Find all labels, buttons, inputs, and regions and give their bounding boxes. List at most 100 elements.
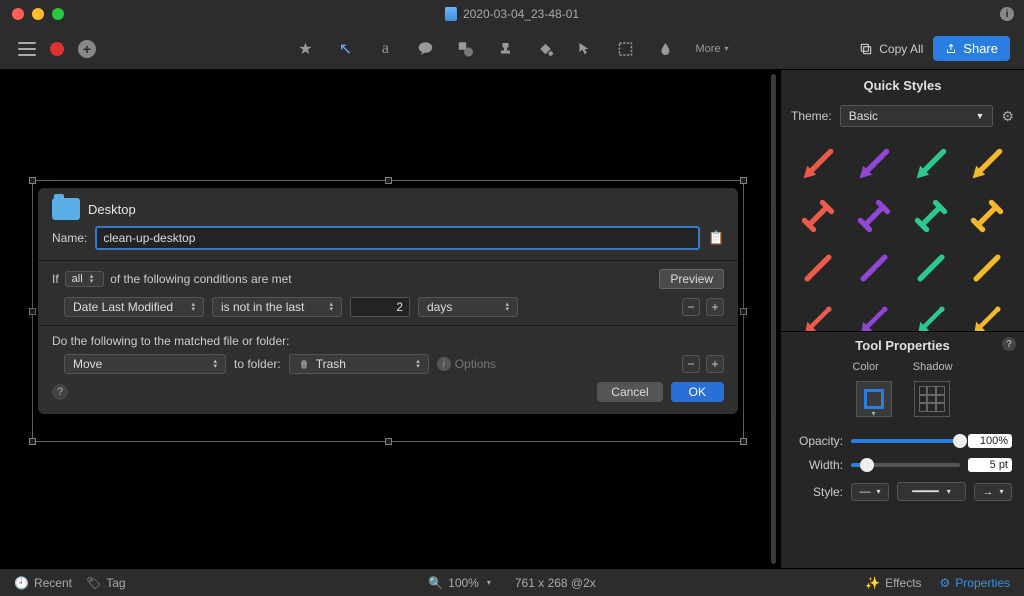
resize-handle[interactable]	[740, 308, 747, 315]
blur-tool-icon[interactable]	[655, 39, 675, 59]
add-condition-button[interactable]: +	[706, 298, 724, 316]
shadow-swatch[interactable]	[914, 381, 950, 417]
width-value[interactable]: 5 pt	[968, 458, 1012, 472]
destination-select[interactable]: Trash ▴▾	[289, 354, 429, 374]
operator-select[interactable]: is not in the last▴▾	[212, 297, 342, 317]
preview-button[interactable]: Preview	[659, 269, 724, 289]
tool-properties-title: Tool Properties ?	[781, 331, 1024, 359]
resize-handle[interactable]	[385, 177, 392, 184]
quick-style-swatch[interactable]	[904, 139, 958, 189]
resize-handle[interactable]	[740, 438, 747, 445]
stamp-tool-icon[interactable]	[495, 39, 515, 59]
favorite-tool-icon[interactable]: ★	[295, 39, 315, 59]
end-cap-select[interactable]: →▾	[974, 483, 1012, 501]
style-label: Style:	[793, 485, 843, 499]
recent-button[interactable]: 🕘Recent	[14, 576, 72, 590]
text-tool-icon[interactable]: a	[375, 39, 395, 59]
help-icon[interactable]: ?	[1002, 337, 1016, 351]
help-icon[interactable]: ?	[52, 384, 68, 400]
options-link[interactable]: iOptions	[437, 357, 496, 371]
callout-tool-icon[interactable]	[415, 39, 435, 59]
copy-icon	[859, 42, 873, 56]
field-select[interactable]: Date Last Modified▴▾	[64, 297, 204, 317]
resize-handle[interactable]	[740, 177, 747, 184]
tag-button[interactable]: 🏷Tag	[86, 576, 126, 590]
add-action-button[interactable]: +	[706, 355, 724, 373]
theme-label: Theme:	[791, 109, 832, 123]
effects-button[interactable]: ✨Effects	[865, 576, 921, 590]
copy-all-button[interactable]: Copy All	[859, 42, 923, 56]
color-swatch[interactable]	[856, 381, 892, 417]
selection-tool-icon[interactable]	[615, 39, 635, 59]
match-mode-select[interactable]: all▴▾	[65, 271, 105, 287]
move-tool-icon[interactable]	[575, 39, 595, 59]
quick-style-swatch[interactable]	[904, 295, 958, 331]
width-label: Width:	[793, 458, 843, 472]
quick-style-swatch[interactable]	[791, 139, 845, 189]
traffic-lights	[0, 8, 64, 20]
shadow-label: Shadow	[913, 361, 953, 373]
ok-button[interactable]: OK	[671, 382, 724, 402]
clipboard-icon[interactable]: 📋	[708, 230, 724, 246]
tag-icon: 🏷	[86, 576, 101, 590]
quick-style-swatch[interactable]	[960, 191, 1014, 241]
to-folder-label: to folder:	[234, 357, 281, 371]
gear-icon[interactable]: ⚙	[1001, 108, 1014, 125]
action-select[interactable]: Move▴▾	[64, 354, 226, 374]
start-cap-select[interactable]: —▾	[851, 483, 889, 501]
remove-action-button[interactable]: −	[682, 355, 700, 373]
quick-style-swatch[interactable]	[791, 243, 845, 293]
name-input[interactable]	[95, 226, 700, 250]
quick-style-swatch[interactable]	[904, 191, 958, 241]
conditions-label: of the following conditions are met	[110, 272, 291, 286]
resize-handle[interactable]	[385, 438, 392, 445]
quick-style-swatch[interactable]	[847, 295, 901, 331]
shapes-tool-icon[interactable]	[455, 39, 475, 59]
info-icon[interactable]: i	[1000, 7, 1014, 21]
quick-style-swatch[interactable]	[791, 191, 845, 241]
fill-tool-icon[interactable]	[535, 39, 555, 59]
resize-handle[interactable]	[29, 177, 36, 184]
remove-condition-button[interactable]: −	[682, 298, 700, 316]
menu-icon[interactable]	[18, 42, 36, 56]
share-button[interactable]: Share	[933, 36, 1010, 61]
quick-style-swatch[interactable]	[791, 295, 845, 331]
trash-icon	[298, 358, 310, 370]
zoom-control[interactable]: 🔍100%▾	[428, 576, 491, 590]
quick-style-swatch[interactable]	[960, 243, 1014, 293]
quick-style-swatch[interactable]	[847, 243, 901, 293]
quick-style-swatch[interactable]	[904, 243, 958, 293]
width-slider[interactable]	[851, 463, 960, 467]
quick-style-swatch[interactable]	[847, 191, 901, 241]
quick-style-swatch[interactable]	[960, 295, 1014, 331]
quick-style-swatch[interactable]	[847, 139, 901, 189]
quick-styles-title: Quick Styles	[781, 70, 1024, 101]
quick-style-swatch[interactable]	[960, 139, 1014, 189]
clock-icon: 🕘	[14, 576, 29, 590]
canvas-scrollbar[interactable]	[771, 74, 776, 564]
minimize-window-button[interactable]	[32, 8, 44, 20]
main-toolbar: + ★ ↖ a More▾ Copy All Share	[0, 28, 1024, 70]
search-icon: 🔍	[428, 576, 443, 590]
cancel-button[interactable]: Cancel	[597, 382, 662, 402]
opacity-slider[interactable]	[851, 439, 960, 443]
add-button[interactable]: +	[78, 40, 96, 58]
resize-handle[interactable]	[29, 438, 36, 445]
more-tools[interactable]: More▾	[695, 43, 728, 55]
resize-handle[interactable]	[29, 308, 36, 315]
theme-select[interactable]: Basic▼	[840, 105, 994, 127]
line-style-select[interactable]: ━━━━▾	[897, 482, 966, 501]
close-window-button[interactable]	[12, 8, 24, 20]
unit-select[interactable]: days▴▾	[418, 297, 518, 317]
canvas-area[interactable]: Desktop Name: 📋 If all▴▾ of the followin…	[0, 70, 780, 568]
opacity-label: Opacity:	[793, 434, 843, 448]
properties-button[interactable]: ⚙Properties	[940, 576, 1010, 590]
rule-dialog: Desktop Name: 📋 If all▴▾ of the followin…	[38, 188, 738, 414]
value-input[interactable]	[350, 297, 410, 317]
share-icon	[945, 42, 957, 56]
opacity-value[interactable]: 100%	[968, 434, 1012, 448]
zoom-window-button[interactable]	[52, 8, 64, 20]
record-button[interactable]	[50, 42, 64, 56]
pointer-tool-icon[interactable]: ↖	[335, 39, 355, 59]
name-label: Name:	[52, 231, 87, 245]
